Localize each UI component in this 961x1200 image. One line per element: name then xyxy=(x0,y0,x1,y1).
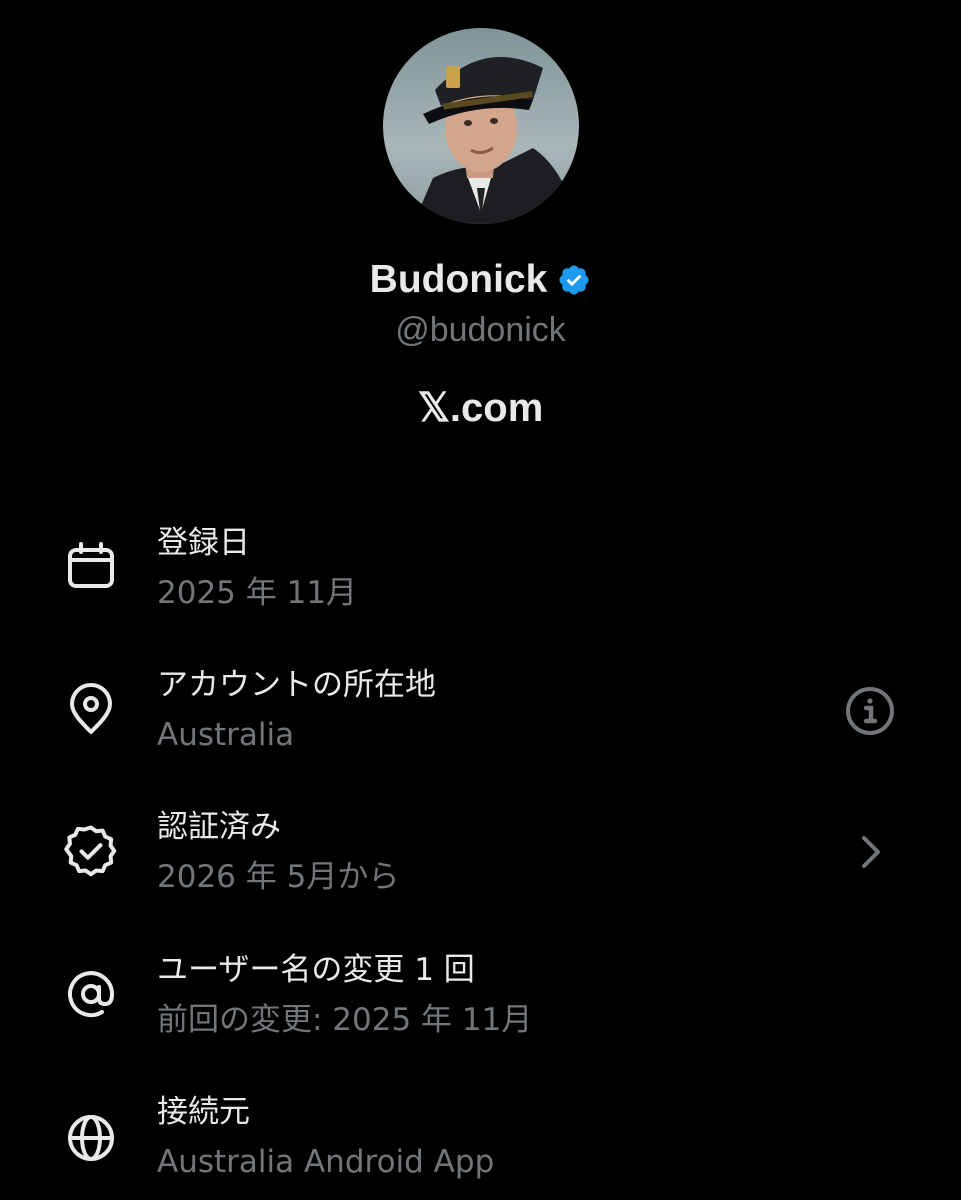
info-icon[interactable] xyxy=(843,684,897,738)
globe-icon xyxy=(64,1111,118,1165)
profile-avatar[interactable] xyxy=(383,28,579,224)
verified-row[interactable]: 認証済み 2026 年 5月から xyxy=(0,806,961,916)
account-location-row: アカウントの所在地 Australia xyxy=(0,664,961,774)
joined-date-row: 登録日 2025 年 11月 xyxy=(0,522,961,632)
verified-title: 認証済み xyxy=(157,809,281,845)
verified-since-value: 2026 年 5月から xyxy=(157,859,400,895)
at-sign-icon xyxy=(64,967,118,1021)
location-pin-icon xyxy=(64,682,118,736)
profile-website-link[interactable]: 𝕏.com xyxy=(0,384,961,432)
username-last-change-value: 前回の変更: 2025 年 11月 xyxy=(157,1002,533,1038)
verified-badge-icon xyxy=(64,824,118,878)
connected-via-row: 接続元 Australia Android App xyxy=(0,1091,961,1200)
joined-date-value: 2025 年 11月 xyxy=(157,575,358,611)
account-location-value: Australia xyxy=(157,717,295,753)
calendar-icon xyxy=(64,538,118,592)
username-changes-title: ユーザー名の変更 1 回 xyxy=(157,952,475,988)
connected-via-title: 接続元 xyxy=(157,1094,250,1130)
account-location-title: アカウントの所在地 xyxy=(157,667,436,703)
joined-date-title: 登録日 xyxy=(157,525,250,561)
profile-handle: @budonick xyxy=(395,311,566,349)
chevron-right-icon[interactable] xyxy=(846,826,900,880)
display-name: Budonick xyxy=(369,258,548,301)
verified-badge-icon xyxy=(559,265,589,295)
connected-via-value: Australia Android App xyxy=(157,1144,495,1180)
username-changes-row: ユーザー名の変更 1 回 前回の変更: 2025 年 11月 xyxy=(0,949,961,1059)
